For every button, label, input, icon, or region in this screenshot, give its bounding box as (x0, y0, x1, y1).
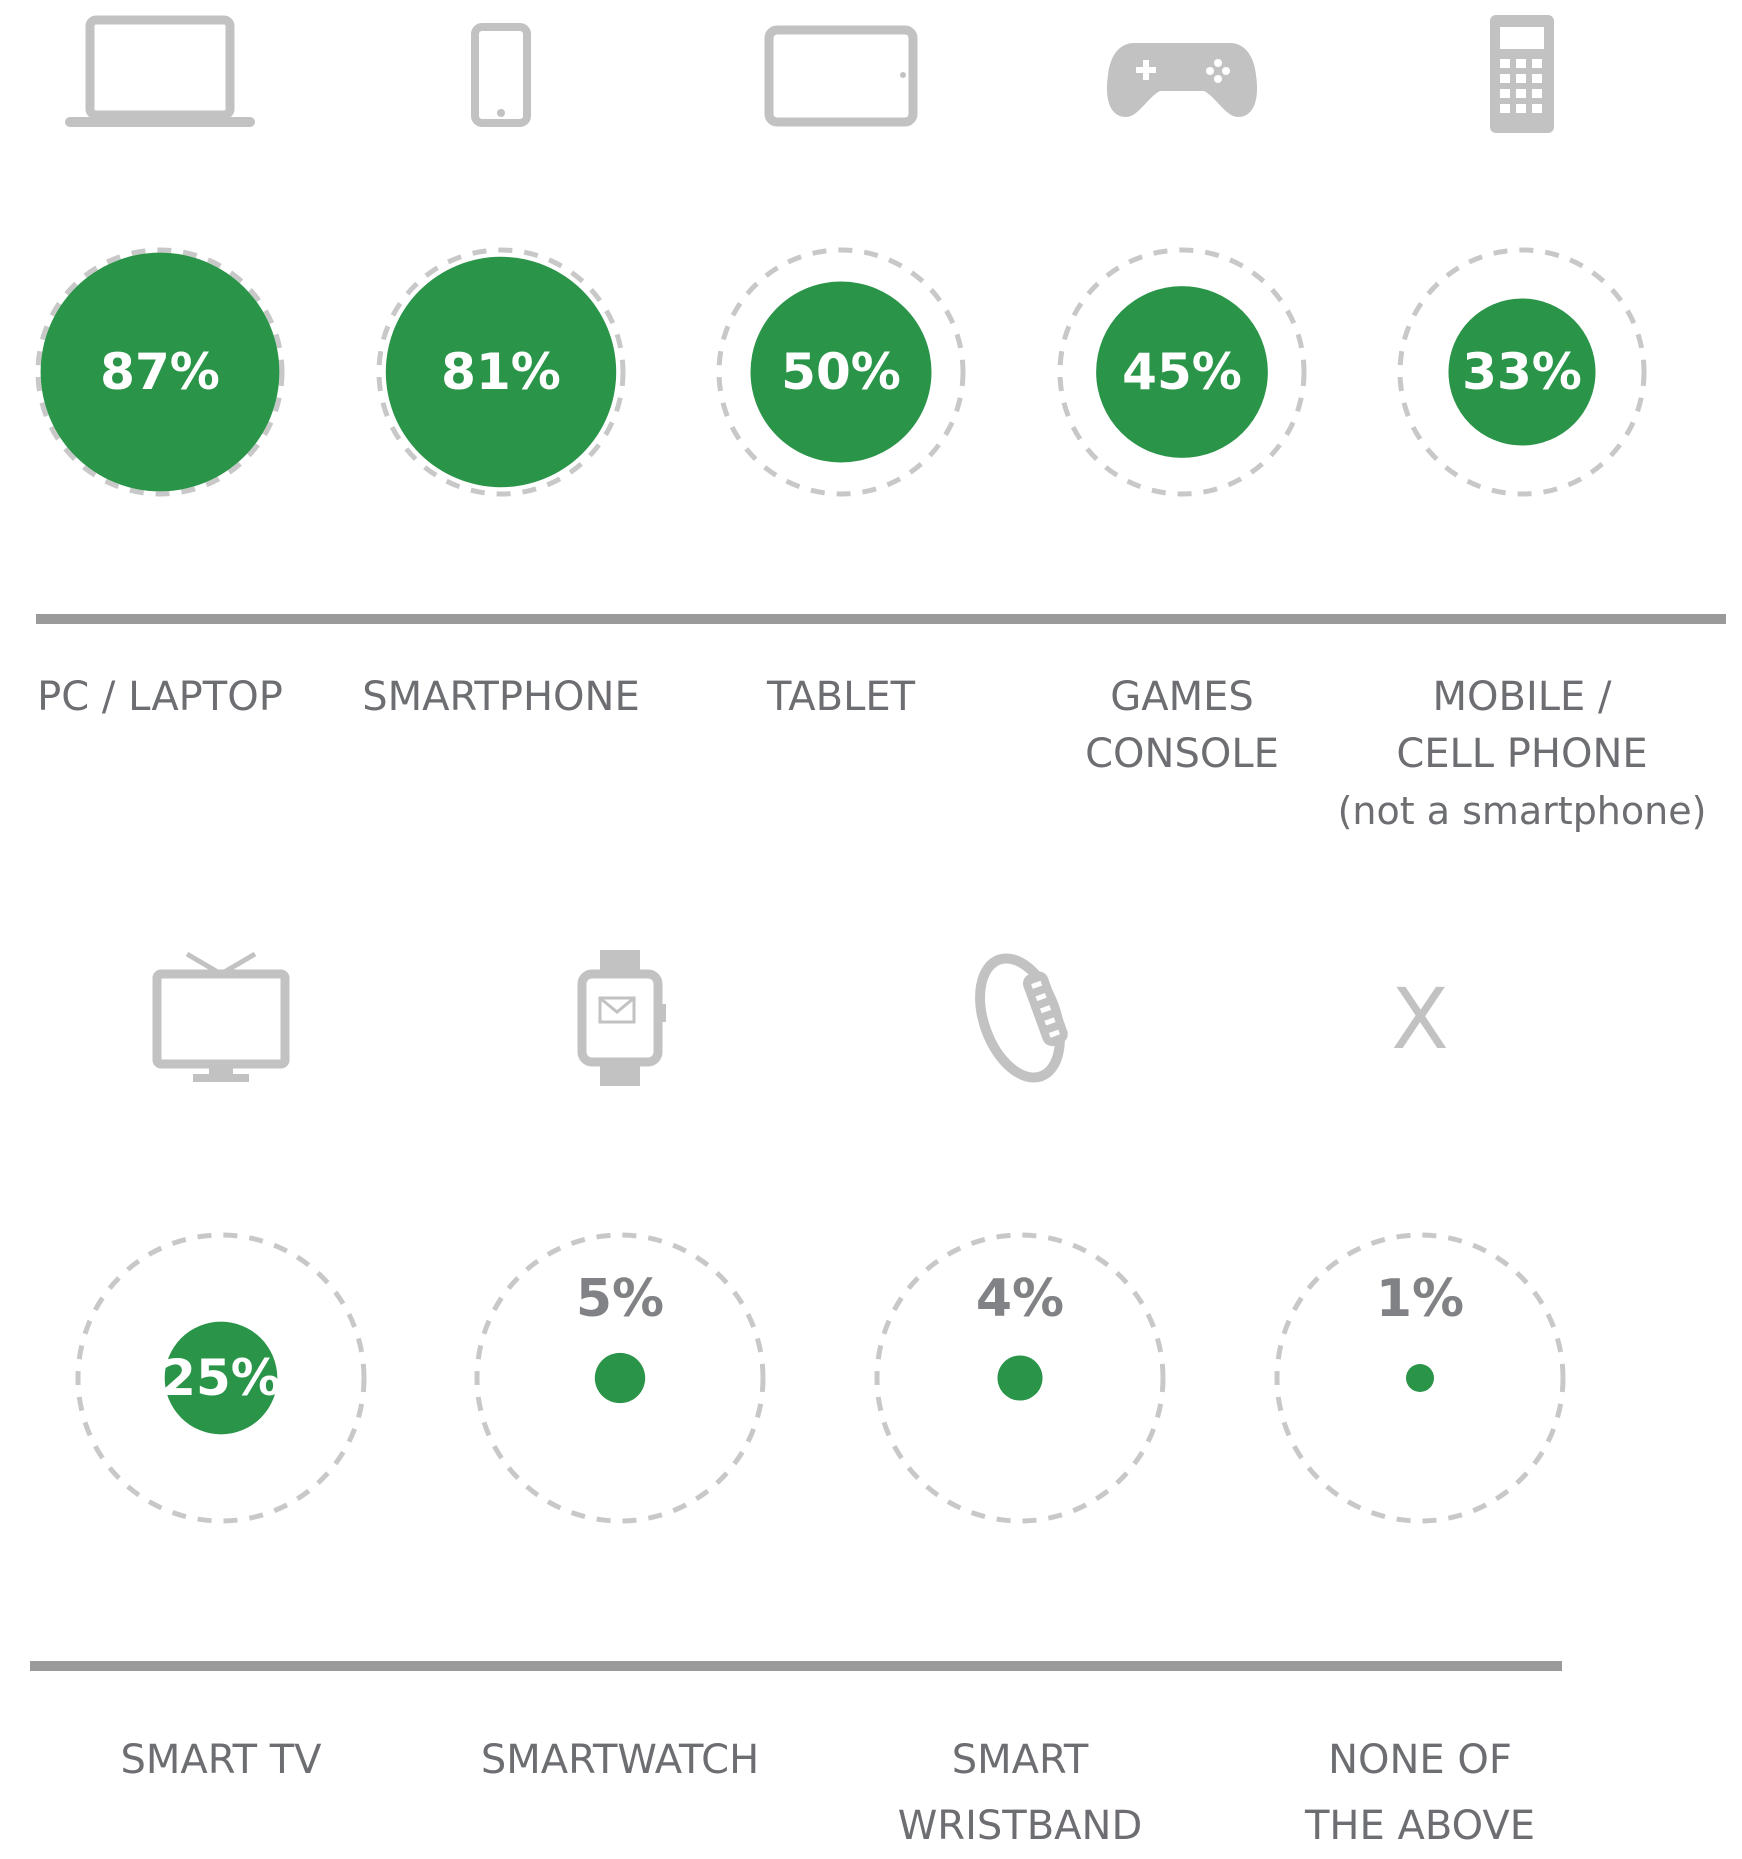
value-label-none-of-the-above: 1% (1376, 1269, 1464, 1329)
category-label-smartphone-line-1: SMARTPHONE (362, 674, 639, 720)
wristband-icon (975, 953, 1068, 1083)
svg-text:X: X (1391, 970, 1449, 1068)
item-mobile-cell-phone: 33% MOBILE / CELL PHONE (not a smartphone) (1338, 15, 1707, 833)
category-label-mobile-cell-phone-line-2: CELL PHONE (1396, 731, 1647, 777)
category-label-smart-wristband-line-2: WRISTBAND (898, 1803, 1143, 1849)
category-label-none-of-the-above-line-2: THE ABOVE (1304, 1803, 1535, 1849)
value-label-smart-wristband: 4% (976, 1269, 1064, 1329)
device-usage-chart: 87% PC / LAPTOP 81% SMARTPHONE 50% TABLET 45% G… (30, 15, 1726, 1849)
bubble-smartwatch (594, 1352, 646, 1404)
laptop-icon (65, 15, 255, 127)
category-label-games-console-line-2: CONSOLE (1085, 731, 1279, 777)
category-label-pc-laptop-line-1: PC / LAPTOP (37, 674, 283, 720)
tablet-icon (764, 25, 918, 127)
category-label-tablet-line-1: TABLET (766, 674, 916, 720)
value-label-smartwatch: 5% (576, 1269, 664, 1329)
cell-phone-icon (1490, 15, 1554, 133)
value-label-games-console: 45% (1122, 343, 1242, 401)
value-label-smartphone: 81% (441, 343, 561, 401)
item-smart-wristband: 4% SMART WRISTBAND (874, 953, 1166, 1849)
divider-line-2 (30, 1661, 1562, 1671)
value-label-mobile-cell-phone: 33% (1462, 343, 1582, 401)
category-label-smart-wristband-line-1: SMART (952, 1737, 1089, 1783)
value-label-smart-tv: 25% (161, 1349, 281, 1407)
item-smart-tv: 25% SMART TV (75, 951, 367, 1783)
bubble-none-of-the-above (1406, 1364, 1434, 1392)
gamepad-icon (1106, 43, 1258, 117)
x-icon: X (1391, 970, 1449, 1068)
category-label-none-of-the-above-line-1: NONE OF (1328, 1737, 1512, 1783)
category-label-games-console-line-1: GAMES (1110, 674, 1254, 720)
item-games-console: 45% GAMES CONSOLE (1057, 43, 1307, 777)
item-none-of-the-above: X 1% NONE OF THE ABOVE (1274, 970, 1566, 1849)
category-label-mobile-cell-phone-line-1: MOBILE / (1433, 674, 1613, 720)
smartphone-icon (471, 23, 531, 127)
tv-icon (152, 951, 290, 1082)
smartwatch-icon (577, 950, 666, 1086)
category-label-mobile-cell-phone-line-3: (not a smartphone) (1338, 789, 1707, 833)
value-label-tablet: 50% (781, 343, 901, 401)
category-label-smart-tv-line-1: SMART TV (120, 1737, 322, 1783)
category-label-smartwatch-line-1: SMARTWATCH (481, 1737, 759, 1783)
divider-line-1 (36, 614, 1726, 624)
item-smartwatch: 5% SMARTWATCH (474, 950, 766, 1783)
value-label-pc-laptop: 87% (100, 343, 220, 401)
bubble-smart-wristband (997, 1355, 1043, 1401)
